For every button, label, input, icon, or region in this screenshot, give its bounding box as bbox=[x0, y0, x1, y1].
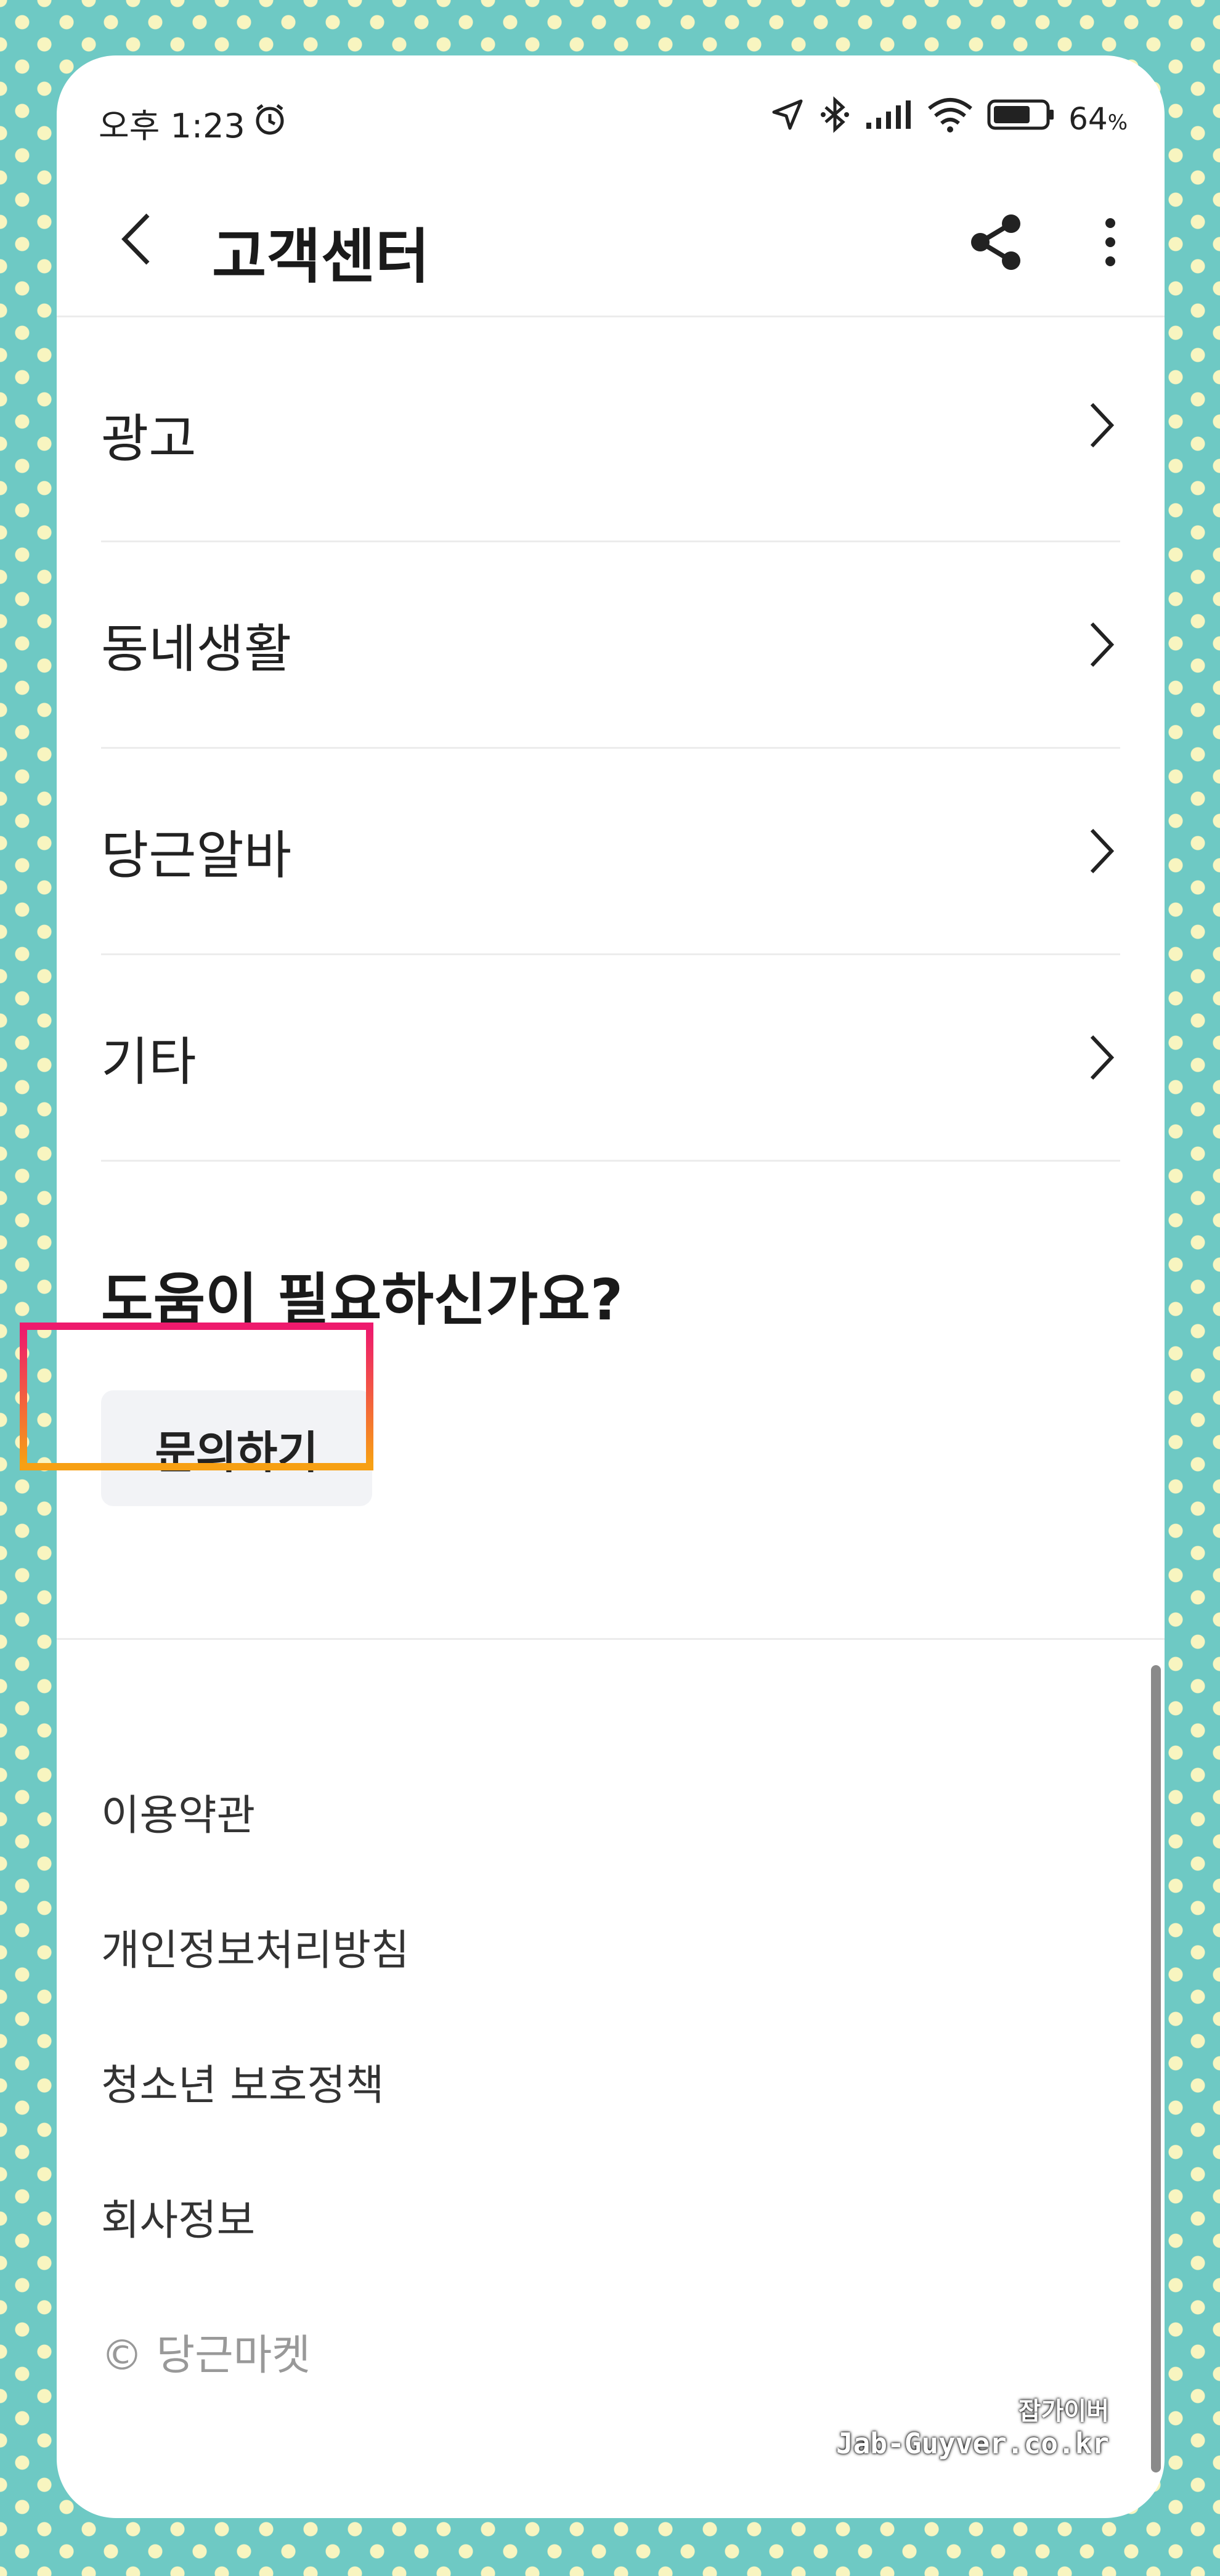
status-time-group: 오후 1:23 bbox=[99, 99, 288, 147]
app-bar: 고객센터 bbox=[57, 179, 1165, 317]
category-item-part-time-jobs[interactable]: 당근알바 bbox=[101, 749, 1120, 955]
share-button[interactable] bbox=[956, 203, 1036, 283]
category-item-neighborhood-life[interactable]: 동네생활 bbox=[101, 542, 1120, 749]
terms-link[interactable]: 이용약관 bbox=[101, 1781, 409, 1916]
company-info-link[interactable]: 회사정보 bbox=[101, 2186, 409, 2321]
privacy-policy-link[interactable]: 개인정보처리방침 bbox=[101, 1916, 409, 2051]
watermark-english: Jab-Guyver.co.kr bbox=[836, 2427, 1109, 2460]
chevron-left-icon bbox=[118, 211, 155, 269]
chevron-right-icon bbox=[1083, 823, 1120, 879]
location-icon bbox=[769, 96, 806, 141]
chevron-right-icon bbox=[1083, 1030, 1120, 1085]
highlight-annotation-box bbox=[20, 1323, 373, 1470]
category-item-ads[interactable]: 광고 bbox=[101, 317, 1120, 542]
alarm-icon bbox=[251, 100, 288, 145]
chevron-right-icon bbox=[1083, 397, 1120, 453]
back-button[interactable] bbox=[100, 203, 174, 277]
youth-protection-link[interactable]: 청소년 보호정책 bbox=[101, 2051, 409, 2186]
watermark: 잡가이버 Jab-Guyver.co.kr bbox=[764, 2391, 1109, 2460]
phone-screen: 오후 1:23 64% 고객센터 광고 동네생활 당근알바 기타 도움이 필요하… bbox=[57, 55, 1165, 2518]
category-label: 기타 bbox=[101, 1031, 197, 1092]
section-divider bbox=[57, 1638, 1165, 1640]
bluetooth-icon bbox=[819, 96, 850, 141]
category-label: 당근알바 bbox=[101, 825, 292, 886]
status-icons: 64% bbox=[769, 96, 1128, 141]
chevron-right-icon bbox=[1083, 617, 1120, 672]
watermark-korean: 잡가이버 bbox=[1018, 2397, 1109, 2426]
status-time: 오후 1:23 bbox=[99, 107, 245, 145]
footer-links: 이용약관 개인정보처리방침 청소년 보호정책 회사정보 © 당근마켓 bbox=[101, 1781, 409, 2382]
category-item-other[interactable]: 기타 bbox=[101, 955, 1120, 1162]
category-label: 광고 bbox=[101, 409, 197, 469]
copyright: © 당근마켓 bbox=[101, 2331, 311, 2380]
page-title: 고객센터 bbox=[212, 222, 430, 291]
share-icon bbox=[966, 211, 1027, 275]
wifi-icon bbox=[927, 96, 974, 141]
status-bar: 오후 1:23 64% bbox=[57, 55, 1165, 179]
category-list: 광고 동네생활 당근알바 기타 bbox=[101, 317, 1120, 1162]
more-options-button[interactable] bbox=[1080, 203, 1141, 283]
signal-icon bbox=[864, 99, 913, 138]
category-label: 동네생활 bbox=[101, 618, 292, 679]
scrollbar[interactable] bbox=[1151, 1665, 1161, 2472]
battery-icon bbox=[987, 98, 1055, 139]
battery-percentage: 64% bbox=[1068, 100, 1128, 137]
more-vertical-icon bbox=[1104, 214, 1116, 272]
